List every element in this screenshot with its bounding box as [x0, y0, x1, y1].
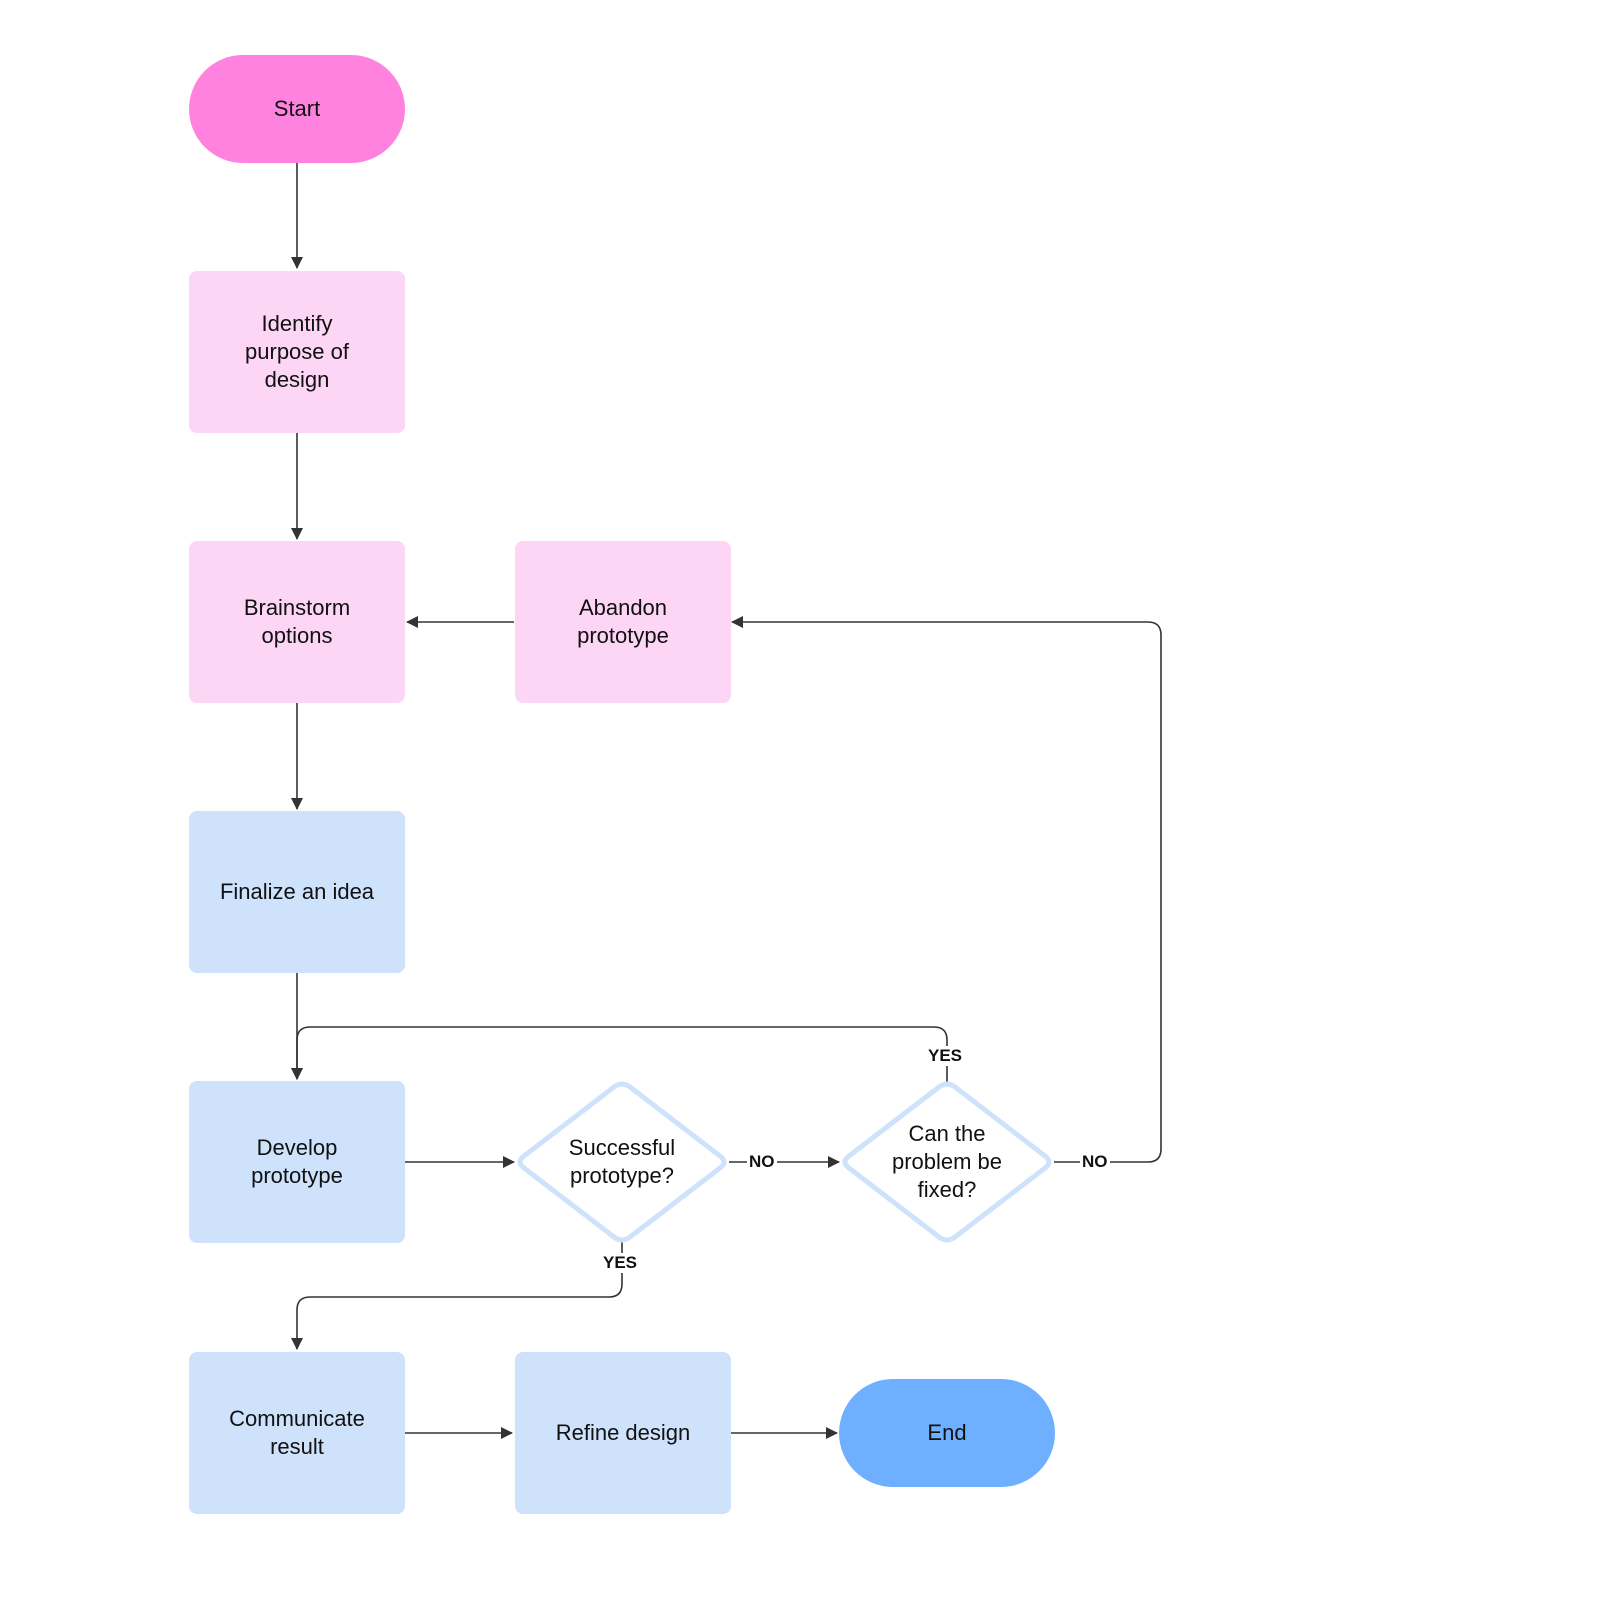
- finalize-idea-node[interactable]: Finalize an idea: [189, 811, 405, 973]
- abandon-prototype-node[interactable]: Abandon prototype: [515, 541, 731, 703]
- can-problem-be-fixed-label: Can the problem be fixed?: [891, 1121, 1003, 1202]
- successful-prototype-decision[interactable]: Successful prototype?: [514, 1081, 730, 1243]
- communicate-result-node[interactable]: Communicate result: [189, 1352, 405, 1514]
- start-node[interactable]: Start: [189, 55, 405, 163]
- edge-label-fixable-yes: YES: [926, 1046, 965, 1066]
- end-label: End: [927, 1420, 967, 1445]
- identify-purpose-label: Identify purpose of design: [245, 311, 349, 392]
- can-problem-be-fixed-decision[interactable]: Can the problem be fixed?: [839, 1081, 1055, 1243]
- end-node[interactable]: End: [839, 1379, 1055, 1487]
- successful-prototype-label: Successful prototype?: [568, 1135, 676, 1188]
- edge-label-fixable-no: NO: [1080, 1152, 1110, 1172]
- brainstorm-label: Brainstorm options: [243, 595, 351, 648]
- communicate-result-label: Communicate result: [229, 1406, 365, 1459]
- refine-design-node[interactable]: Refine design: [515, 1352, 731, 1514]
- edge-label-successful-yes: YES: [601, 1253, 640, 1273]
- start-label: Start: [273, 96, 321, 121]
- edge-label-successful-no: NO: [747, 1152, 777, 1172]
- abandon-prototype-label: Abandon prototype: [577, 595, 669, 648]
- develop-prototype-node[interactable]: Develop prototype: [189, 1081, 405, 1243]
- refine-design-label: Refine design: [555, 1420, 691, 1445]
- finalize-idea-label: Finalize an idea: [219, 879, 375, 904]
- identify-purpose-node[interactable]: Identify purpose of design: [189, 271, 405, 433]
- develop-prototype-label: Develop prototype: [251, 1135, 343, 1188]
- brainstorm-node[interactable]: Brainstorm options: [189, 541, 405, 703]
- edge-successful-communicate: [291, 1242, 623, 1350]
- edge-fixable-develop: [291, 1026, 948, 1082]
